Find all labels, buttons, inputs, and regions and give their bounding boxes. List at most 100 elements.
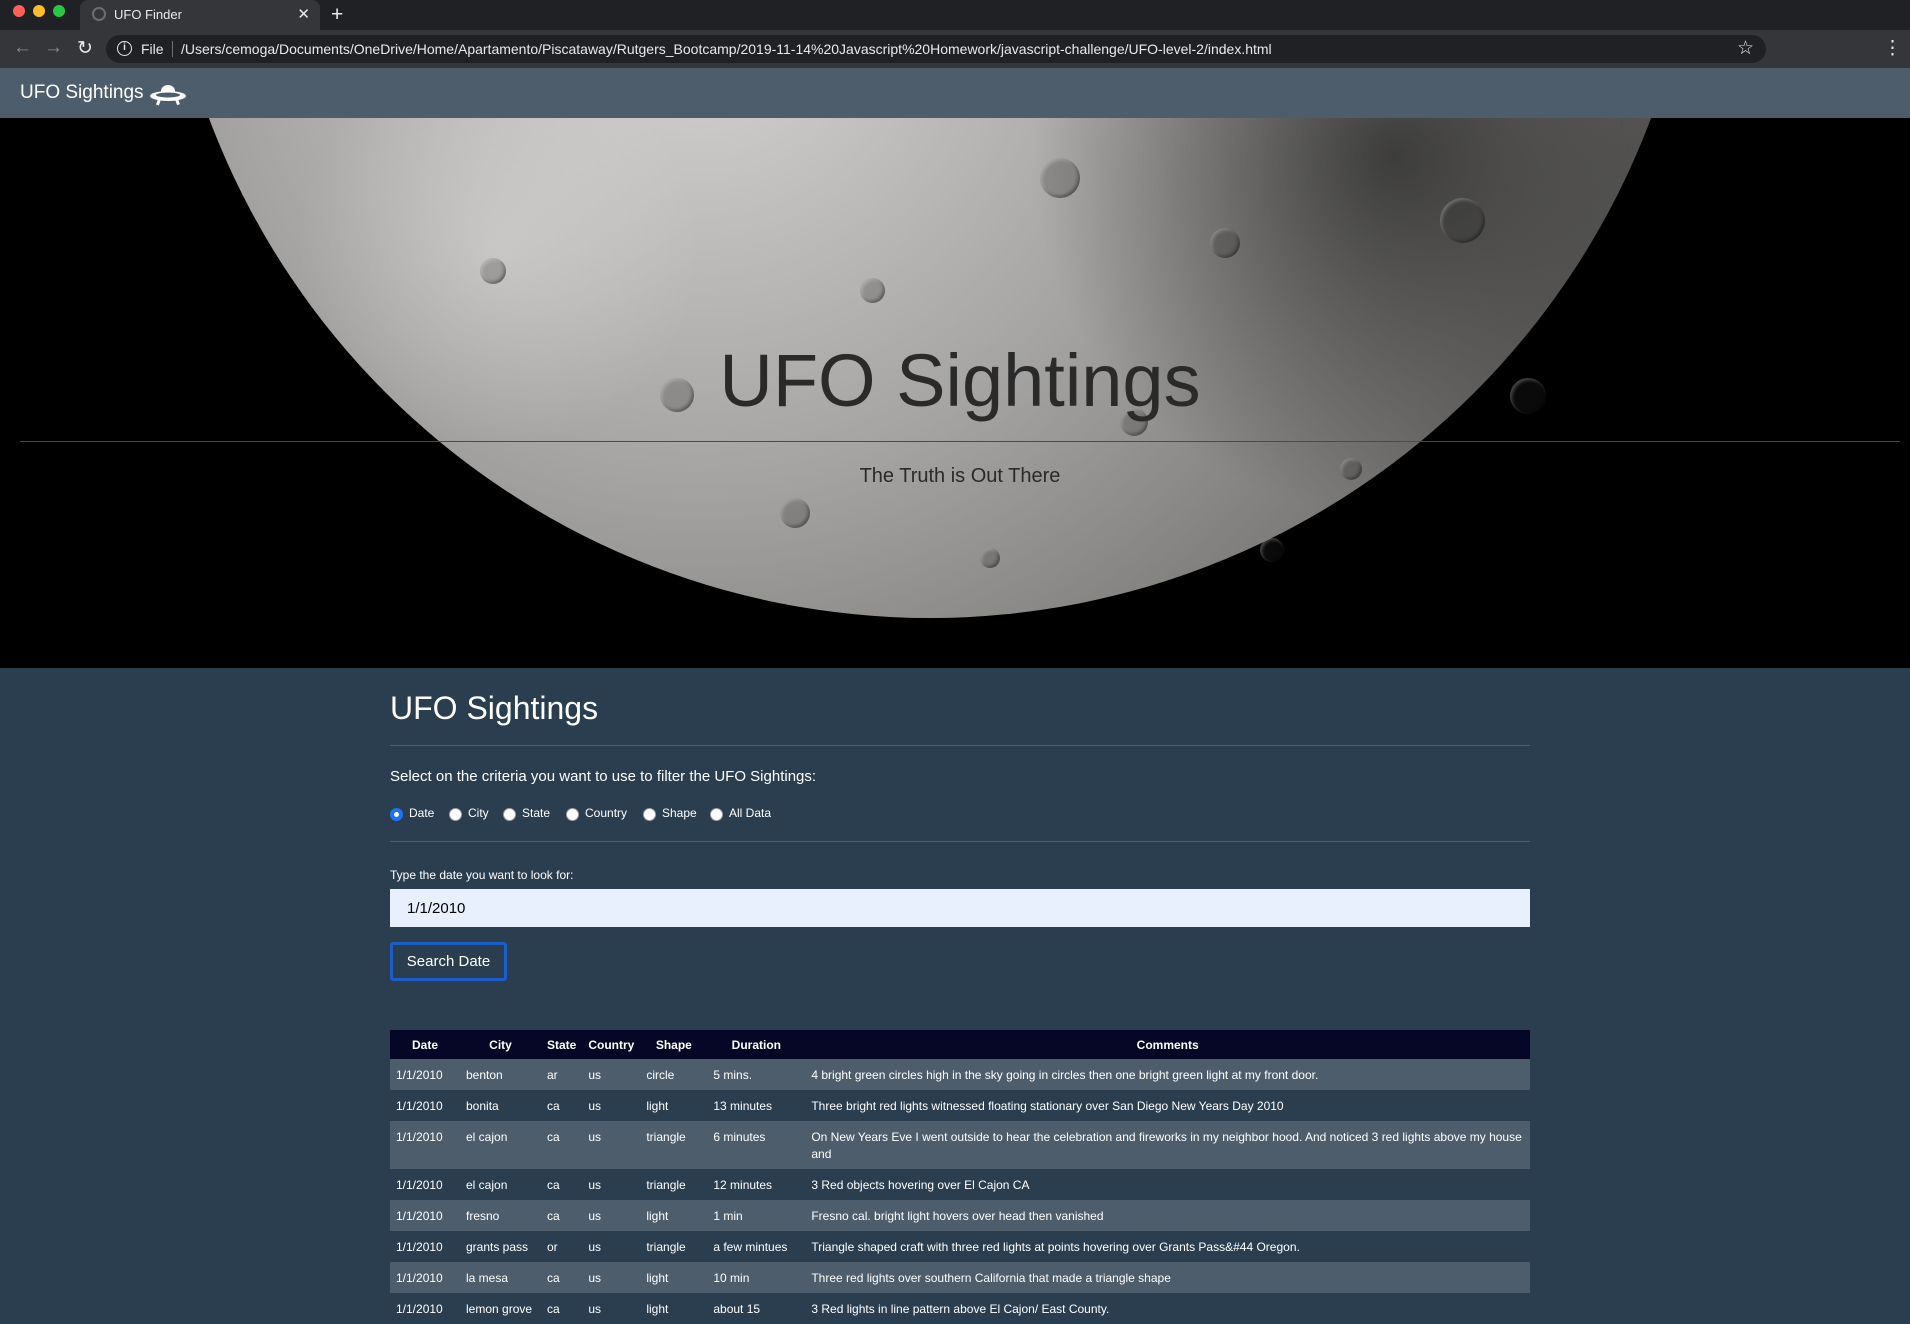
reload-icon[interactable]: ↻ xyxy=(77,37,93,60)
cell-city: benton xyxy=(460,1059,541,1090)
app-navbar: UFO Sightings xyxy=(0,68,1910,118)
search-date-button[interactable]: Search Date xyxy=(390,942,507,981)
cell-duration: 13 minutes xyxy=(707,1090,806,1121)
cell-shape: light xyxy=(640,1090,708,1121)
cell-duration: a few mintues xyxy=(707,1231,806,1262)
hero-subtitle: The Truth is Out There xyxy=(859,465,1061,487)
close-window-icon[interactable] xyxy=(13,5,25,17)
table-row: 1/1/2010 benton ar us circle 5 mins. 4 b… xyxy=(390,1059,1530,1090)
hero-banner: UFO Sightings The Truth is Out There xyxy=(0,118,1910,668)
cell-state: ca xyxy=(541,1169,583,1200)
navbar-brand[interactable]: UFO Sightings xyxy=(20,82,144,104)
address-bar[interactable]: i File /Users/cemoga/Documents/OneDrive/… xyxy=(106,35,1766,63)
cell-shape: triangle xyxy=(640,1231,708,1262)
minimize-window-icon[interactable] xyxy=(33,5,45,17)
tab-title: UFO Finder xyxy=(114,7,182,22)
cell-date: 1/1/2010 xyxy=(390,1090,460,1121)
hero-divider xyxy=(20,441,1900,442)
forward-arrow-icon[interactable]: → xyxy=(44,37,63,59)
table-header-row: Date City State Country Shape Duration C… xyxy=(390,1030,1530,1059)
info-icon[interactable]: i xyxy=(117,41,132,56)
maximize-window-icon[interactable] xyxy=(53,5,65,17)
filter-radio-state[interactable]: State xyxy=(503,804,550,821)
cell-duration: 10 min xyxy=(707,1262,806,1293)
cell-country: us xyxy=(582,1262,641,1293)
cell-city: grants pass xyxy=(460,1231,541,1262)
scheme-label: File xyxy=(141,41,173,57)
hero-title: UFO Sightings xyxy=(719,339,1201,422)
cell-comments: On New Years Eve I went outside to hear … xyxy=(805,1121,1530,1169)
filter-instruction: Select on the criteria you want to use t… xyxy=(390,768,817,785)
cell-city: el cajon xyxy=(460,1169,541,1200)
new-tab-icon[interactable]: + xyxy=(331,3,343,27)
cell-city: bonita xyxy=(460,1090,541,1121)
cell-date: 1/1/2010 xyxy=(390,1262,460,1293)
filter-radio-date[interactable]: Date xyxy=(390,804,434,821)
close-tab-icon[interactable]: ✕ xyxy=(297,5,310,23)
cell-city: el cajon xyxy=(460,1121,541,1169)
cell-country: us xyxy=(582,1121,641,1169)
radio-button[interactable] xyxy=(710,808,723,821)
table-row: 1/1/2010 fresno ca us light 1 min Fresno… xyxy=(390,1200,1530,1231)
date-field-label: Type the date you want to look for: xyxy=(390,868,574,882)
cell-country: us xyxy=(582,1231,641,1262)
divider xyxy=(390,841,1530,842)
column-header-country: Country xyxy=(582,1030,641,1059)
cell-duration: 6 minutes xyxy=(707,1121,806,1169)
cell-country: us xyxy=(582,1169,641,1200)
column-header-comments: Comments xyxy=(805,1030,1530,1059)
cell-state: ar xyxy=(541,1059,583,1090)
cell-comments: Three bright red lights witnessed floati… xyxy=(805,1090,1530,1121)
radio-button[interactable] xyxy=(503,808,516,821)
cell-comments: Triangle shaped craft with three red lig… xyxy=(805,1231,1530,1262)
cell-duration: 5 mins. xyxy=(707,1059,806,1090)
cell-country: us xyxy=(582,1090,641,1121)
date-search-input[interactable] xyxy=(390,889,1530,927)
cell-state: ca xyxy=(541,1121,583,1169)
cell-comments: Three red lights over southern Californi… xyxy=(805,1262,1530,1293)
radio-button[interactable] xyxy=(390,808,403,821)
back-arrow-icon[interactable]: ← xyxy=(13,37,32,59)
filter-radio-group: Date City State Country Shape All Data xyxy=(390,804,1190,824)
cell-date: 1/1/2010 xyxy=(390,1059,460,1090)
radio-button[interactable] xyxy=(643,808,656,821)
filter-radio-country[interactable]: Country xyxy=(566,804,627,821)
cell-state: or xyxy=(541,1231,583,1262)
cell-duration: 1 min xyxy=(707,1200,806,1231)
cell-state: ca xyxy=(541,1262,583,1293)
section-title: UFO Sightings xyxy=(390,690,599,726)
cell-country: us xyxy=(582,1059,641,1090)
cell-comments: 4 bright green circles high in the sky g… xyxy=(805,1059,1530,1090)
cell-date: 1/1/2010 xyxy=(390,1169,460,1200)
menu-icon[interactable]: ⋮ xyxy=(1883,37,1902,60)
cell-city: la mesa xyxy=(460,1262,541,1293)
table-row: 1/1/2010 grants pass or us triangle a fe… xyxy=(390,1231,1530,1262)
cell-date: 1/1/2010 xyxy=(390,1231,460,1262)
url-text[interactable]: /Users/cemoga/Documents/OneDrive/Home/Ap… xyxy=(181,41,1272,57)
cell-shape: light xyxy=(640,1200,708,1231)
filter-radio-all-data[interactable]: All Data xyxy=(710,804,771,821)
table-row: 1/1/2010 la mesa ca us light 10 min Thre… xyxy=(390,1262,1530,1293)
ufo-sightings-table: Date City State Country Shape Duration C… xyxy=(390,1030,1530,1324)
radio-button[interactable] xyxy=(566,808,579,821)
radio-button[interactable] xyxy=(449,808,462,821)
column-header-city: City xyxy=(460,1030,541,1059)
table-row: 1/1/2010 bonita ca us light 13 minutes T… xyxy=(390,1090,1530,1121)
column-header-date: Date xyxy=(390,1030,460,1059)
filter-radio-shape[interactable]: Shape xyxy=(643,804,697,821)
browser-tab-bar: UFO Finder ✕ + xyxy=(0,0,1910,30)
table-row: 1/1/2010 el cajon ca us triangle 6 minut… xyxy=(390,1121,1530,1169)
cell-date: 1/1/2010 xyxy=(390,1200,460,1231)
browser-toolbar: ← → ↻ i File /Users/cemoga/Documents/One… xyxy=(0,30,1910,68)
filter-radio-city[interactable]: City xyxy=(449,804,489,821)
tab-ufo-finder[interactable]: UFO Finder ✕ xyxy=(80,0,320,30)
cell-comments: Fresno cal. bright light hovers over hea… xyxy=(805,1200,1530,1231)
column-header-state: State xyxy=(541,1030,583,1059)
cell-country: us xyxy=(582,1200,641,1231)
divider xyxy=(390,745,1530,746)
globe-icon xyxy=(92,7,106,21)
cell-state: ca xyxy=(541,1200,583,1231)
star-icon[interactable]: ☆ xyxy=(1737,37,1754,60)
cell-duration: 12 minutes xyxy=(707,1169,806,1200)
cell-shape: triangle xyxy=(640,1121,708,1169)
